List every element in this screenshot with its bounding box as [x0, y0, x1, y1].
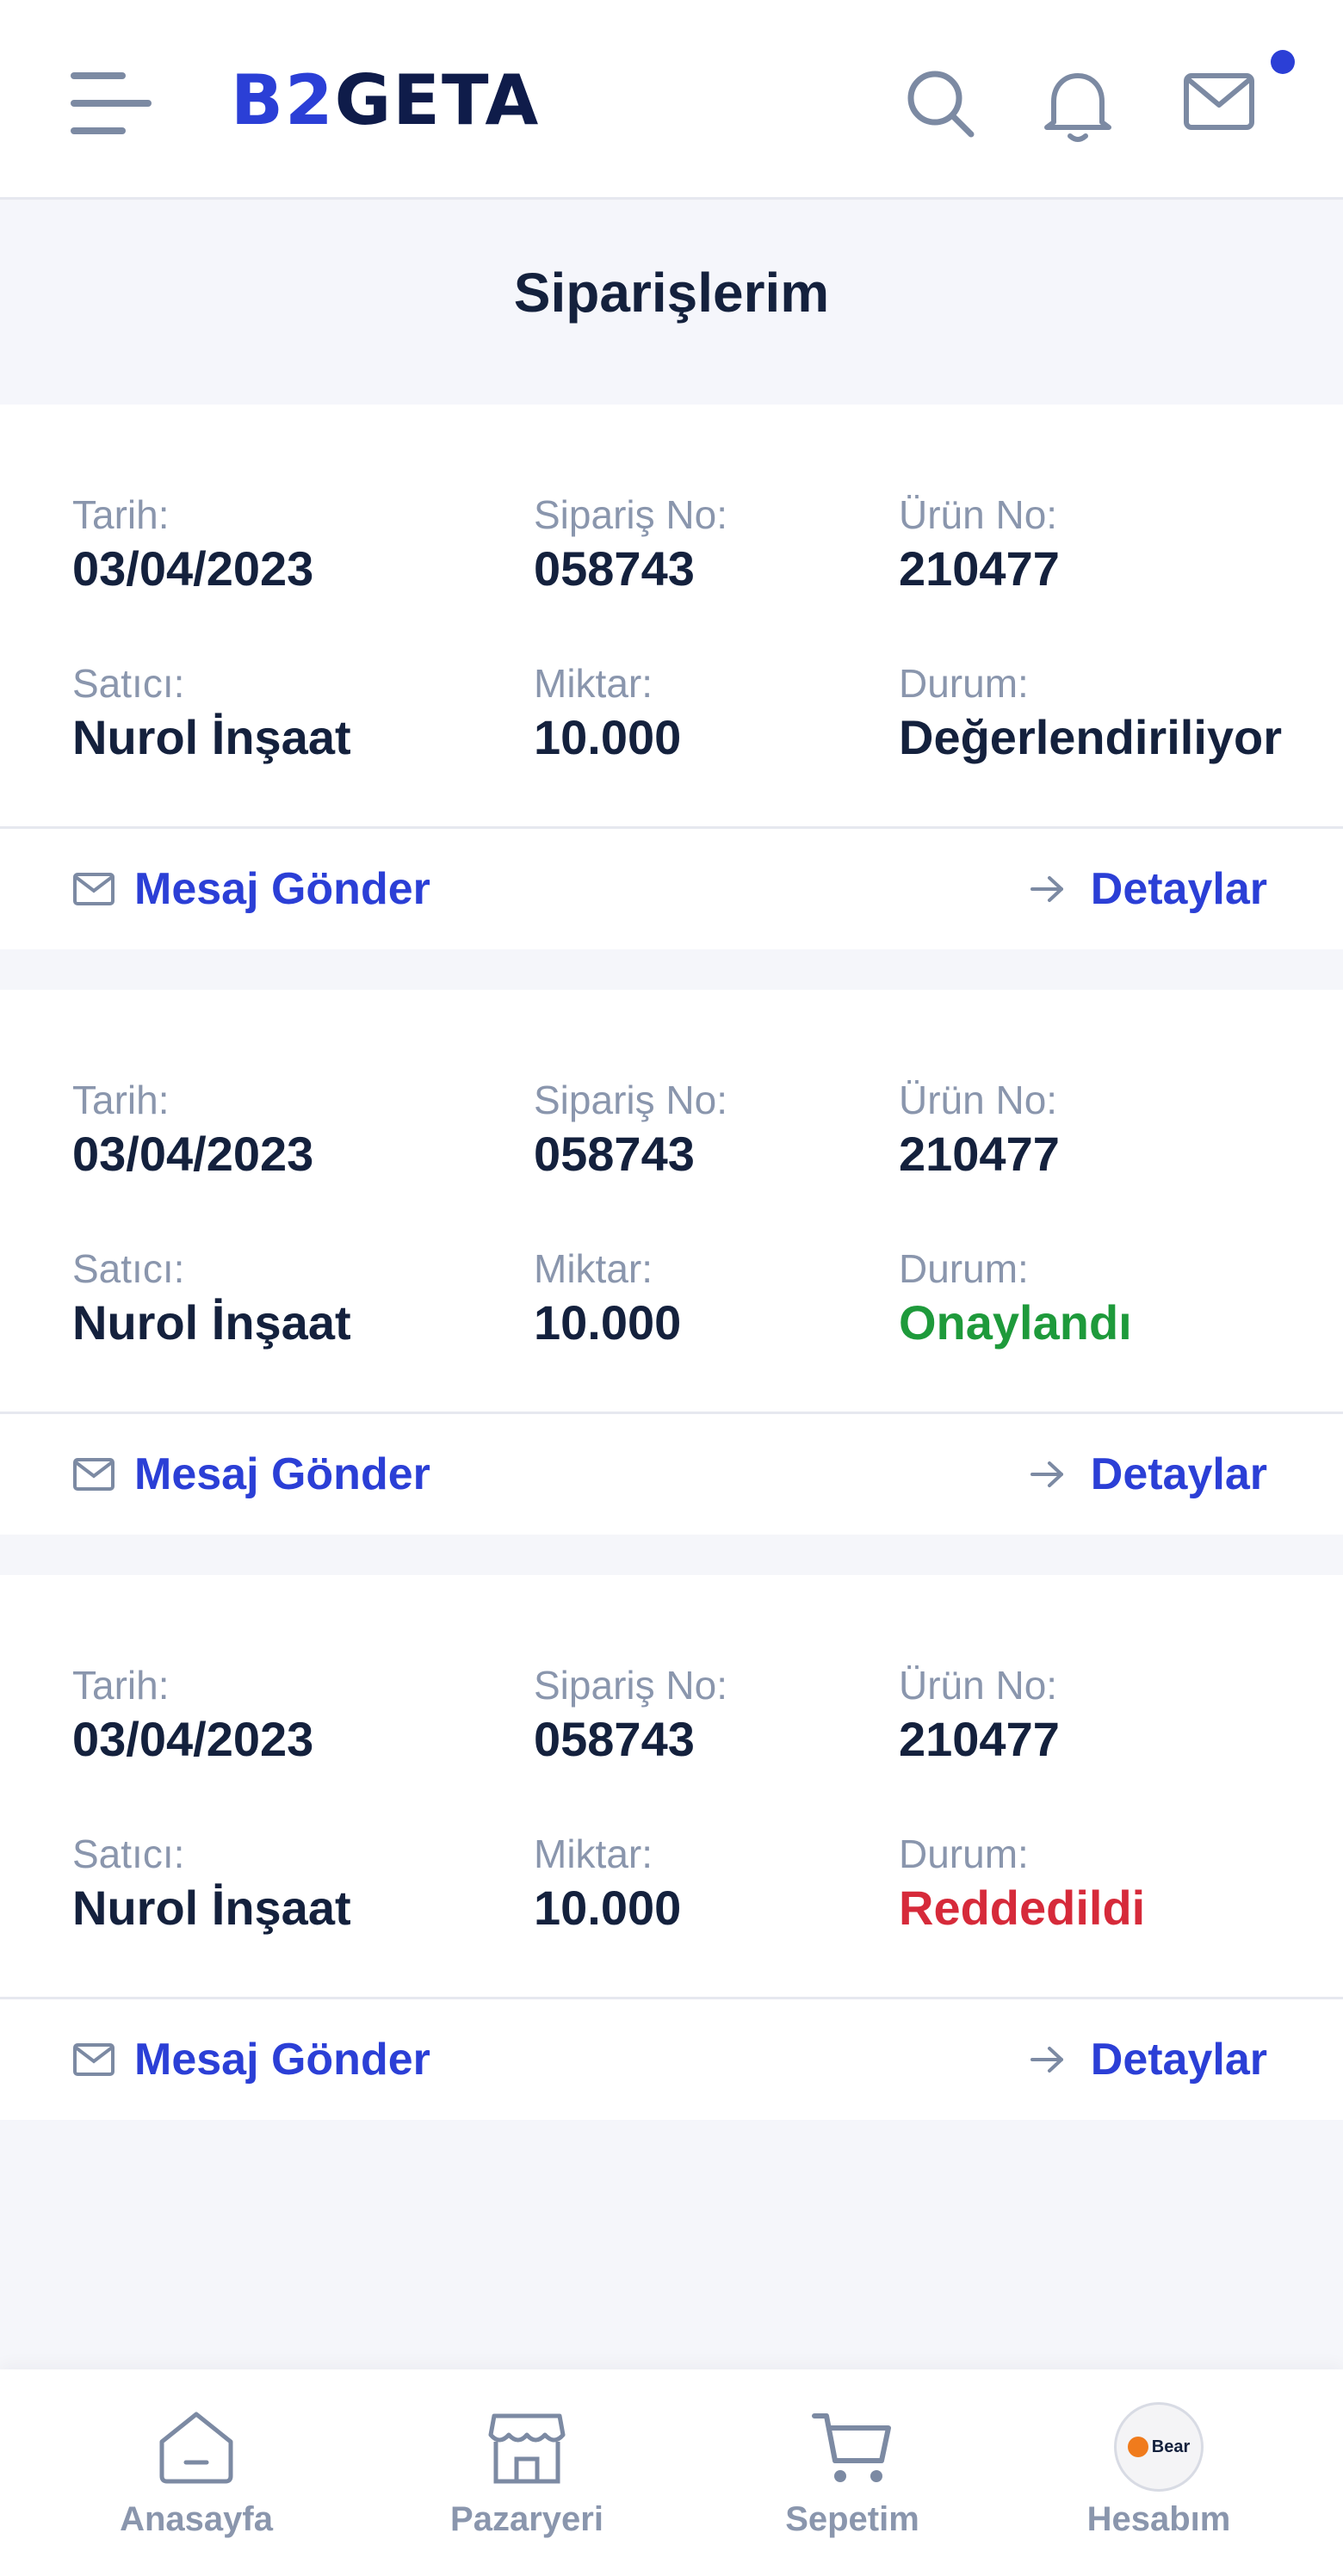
- details-button[interactable]: Detaylar: [1029, 2025, 1267, 2094]
- order-card: Tarih: 03/04/2023 Sipariş No: 058743 Ürü…: [0, 405, 1343, 949]
- page-title: Siparişlerim: [513, 262, 830, 324]
- avatar: Bear: [1114, 2402, 1204, 2492]
- status-value: Reddedildi: [899, 1881, 1146, 1935]
- product-no-field: Ürün No: 210477: [899, 1078, 1060, 1181]
- home-icon: [159, 2412, 233, 2484]
- b2geta-logo[interactable]: B2GETA: [231, 64, 540, 138]
- date-field: Tarih: 03/04/2023: [72, 492, 314, 596]
- envelope-icon: [73, 873, 114, 905]
- menu-icon[interactable]: [71, 71, 153, 134]
- order-card: Tarih: 03/04/2023 Sipariş No: 058743 Ürü…: [0, 1575, 1343, 2120]
- product-no-field: Ürün No: 210477: [899, 1663, 1060, 1766]
- arrow-right-icon: [1030, 876, 1063, 902]
- order-no-field: Sipariş No: 058743: [534, 492, 727, 596]
- send-message-button[interactable]: Mesaj Gönder: [72, 2025, 430, 2094]
- cart-icon: [812, 2413, 891, 2482]
- order-details: Tarih: 03/04/2023 Sipariş No: 058743 Ürü…: [0, 405, 1343, 826]
- send-message-button[interactable]: Mesaj Gönder: [72, 1440, 430, 1509]
- quantity-field: Miktar: 10.000: [534, 1832, 682, 1935]
- status-field: Durum: Değerlendiriliyor: [899, 659, 1282, 768]
- notification-dot: [1271, 50, 1295, 74]
- details-button[interactable]: Detaylar: [1029, 1440, 1267, 1509]
- date-field: Tarih: 03/04/2023: [72, 1663, 314, 1766]
- status-value: Değerlendiriliyor: [899, 710, 1283, 764]
- nav-item-cart[interactable]: Sepetim: [740, 2404, 964, 2559]
- bell-icon[interactable]: [1042, 67, 1114, 145]
- status-field: Durum: Onaylandı: [899, 1245, 1132, 1353]
- date-field: Tarih: 03/04/2023: [72, 1078, 314, 1181]
- arrow-right-icon: [1030, 1461, 1063, 1487]
- card-actions: Mesaj Gönder Detaylar: [0, 1997, 1343, 2120]
- quantity-field: Miktar: 10.000: [534, 1246, 682, 1350]
- order-card: Tarih: 03/04/2023 Sipariş No: 058743 Ürü…: [0, 990, 1343, 1535]
- seller-field: Satıcı: Nurol İnşaat: [72, 1832, 351, 1935]
- card-actions: Mesaj Gönder Detaylar: [0, 1412, 1343, 1535]
- card-actions: Mesaj Gönder Detaylar: [0, 826, 1343, 949]
- envelope-icon: [73, 2043, 114, 2076]
- title-band: Siparişlerim: [0, 202, 1343, 405]
- arrow-right-icon: [1030, 2047, 1063, 2073]
- mail-icon[interactable]: [1183, 71, 1255, 133]
- order-no-field: Sipariş No: 058743: [534, 1078, 727, 1181]
- send-message-button[interactable]: Mesaj Gönder: [72, 855, 430, 924]
- status-field: Durum: Reddedildi: [899, 1830, 1145, 1938]
- seller-field: Satıcı: Nurol İnşaat: [72, 661, 351, 764]
- top-app-bar: B2GETA: [0, 0, 1343, 200]
- order-no-field: Sipariş No: 058743: [534, 1663, 727, 1766]
- quantity-field: Miktar: 10.000: [534, 661, 682, 764]
- order-details: Tarih: 03/04/2023 Sipariş No: 058743 Ürü…: [0, 990, 1343, 1412]
- brand-logo-icon: [1127, 2437, 1148, 2457]
- store-icon: [488, 2413, 566, 2484]
- nav-item-account[interactable]: Bear Hesabım: [1047, 2402, 1271, 2559]
- nav-item-home[interactable]: Anasayfa: [84, 2404, 308, 2559]
- nav-item-marketplace[interactable]: Pazaryeri: [415, 2404, 639, 2559]
- status-value: Onaylandı: [899, 1295, 1132, 1350]
- product-no-field: Ürün No: 210477: [899, 492, 1060, 596]
- seller-field: Satıcı: Nurol İnşaat: [72, 1246, 351, 1350]
- details-button[interactable]: Detaylar: [1029, 855, 1267, 924]
- envelope-icon: [73, 1458, 114, 1491]
- order-details: Tarih: 03/04/2023 Sipariş No: 058743 Ürü…: [0, 1575, 1343, 1997]
- search-icon[interactable]: [904, 67, 976, 139]
- bottom-navigation: Anasayfa Pazaryeri Sepetim Bear Hesabım: [0, 2369, 1343, 2576]
